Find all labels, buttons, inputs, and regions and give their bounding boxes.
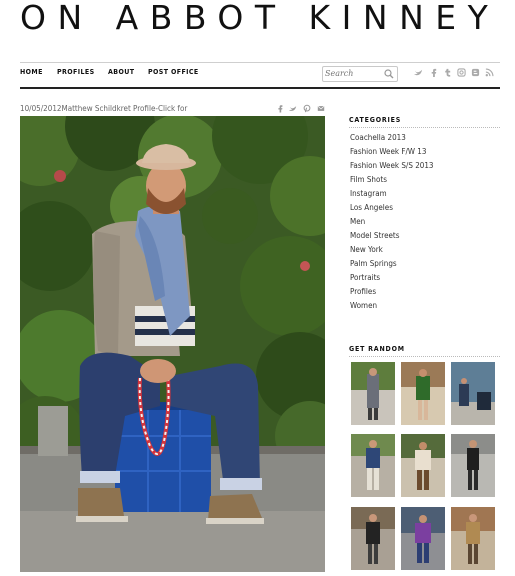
- random-thumb[interactable]: [451, 507, 495, 570]
- get-random-divider: [349, 356, 500, 357]
- category-profiles[interactable]: Profiles: [350, 285, 434, 299]
- nav-item-profiles[interactable]: PROFILES: [57, 68, 95, 76]
- category-instagram[interactable]: Instagram: [350, 187, 434, 201]
- category-list: Coachella 2013 Fashion Week F/W 13 Fashi…: [350, 131, 434, 313]
- category-model-streets[interactable]: Model Streets: [350, 229, 434, 243]
- blogger-icon[interactable]: [471, 68, 480, 77]
- get-random-heading: GET RANDOM: [349, 345, 405, 353]
- nav-item-about[interactable]: ABOUT: [108, 68, 134, 76]
- random-thumb[interactable]: [351, 434, 395, 497]
- category-palm-springs[interactable]: Palm Springs: [350, 257, 434, 271]
- instagram-icon[interactable]: [457, 68, 466, 77]
- categories-divider: [349, 127, 500, 128]
- nav-item-post-office[interactable]: POST OFFICE: [148, 68, 199, 76]
- facebook-icon[interactable]: [429, 68, 438, 77]
- random-thumb[interactable]: [451, 362, 495, 425]
- category-women[interactable]: Women: [350, 299, 434, 313]
- category-portraits[interactable]: Portraits: [350, 271, 434, 285]
- search-input[interactable]: [325, 68, 381, 79]
- category-fashion-week-fw-13[interactable]: Fashion Week F/W 13: [350, 145, 434, 159]
- share-email-icon[interactable]: [317, 104, 325, 113]
- random-thumb[interactable]: [401, 434, 445, 497]
- share-pinterest-icon[interactable]: [303, 104, 311, 113]
- twitter-icon[interactable]: [414, 68, 423, 77]
- random-thumb[interactable]: [351, 507, 395, 570]
- category-new-york[interactable]: New York: [350, 243, 434, 257]
- category-fashion-week-ss-2013[interactable]: Fashion Week S/S 2013: [350, 159, 434, 173]
- category-los-angeles[interactable]: Los Angeles: [350, 201, 434, 215]
- rss-icon[interactable]: [485, 68, 494, 77]
- nav-item-home[interactable]: HOME: [20, 68, 43, 76]
- tumblr-icon[interactable]: [443, 68, 452, 77]
- site-title[interactable]: ON ABBOT KINNEY: [20, 0, 500, 38]
- share-facebook-icon[interactable]: [276, 104, 284, 113]
- photo-matthew-schildkret: [20, 116, 325, 572]
- category-men[interactable]: Men: [350, 215, 434, 229]
- post-photo[interactable]: [20, 116, 325, 572]
- main-navigation: HOME PROFILES ABOUT POST OFFICE: [20, 62, 500, 89]
- post-meta[interactable]: 10/05/2012Matthew Schildkret Profile-Cli…: [20, 104, 252, 116]
- share-icons: [276, 104, 326, 114]
- random-thumb[interactable]: [451, 434, 495, 497]
- random-thumb[interactable]: [351, 362, 395, 425]
- categories-heading: CATEGORIES: [349, 116, 402, 124]
- random-thumb[interactable]: [401, 362, 445, 425]
- category-film-shots[interactable]: Film Shots: [350, 173, 434, 187]
- category-coachella-2013[interactable]: Coachella 2013: [350, 131, 434, 145]
- share-twitter-icon[interactable]: [289, 104, 297, 113]
- random-thumb[interactable]: [401, 507, 445, 570]
- search-icon[interactable]: [384, 69, 394, 79]
- search-box: [322, 66, 398, 82]
